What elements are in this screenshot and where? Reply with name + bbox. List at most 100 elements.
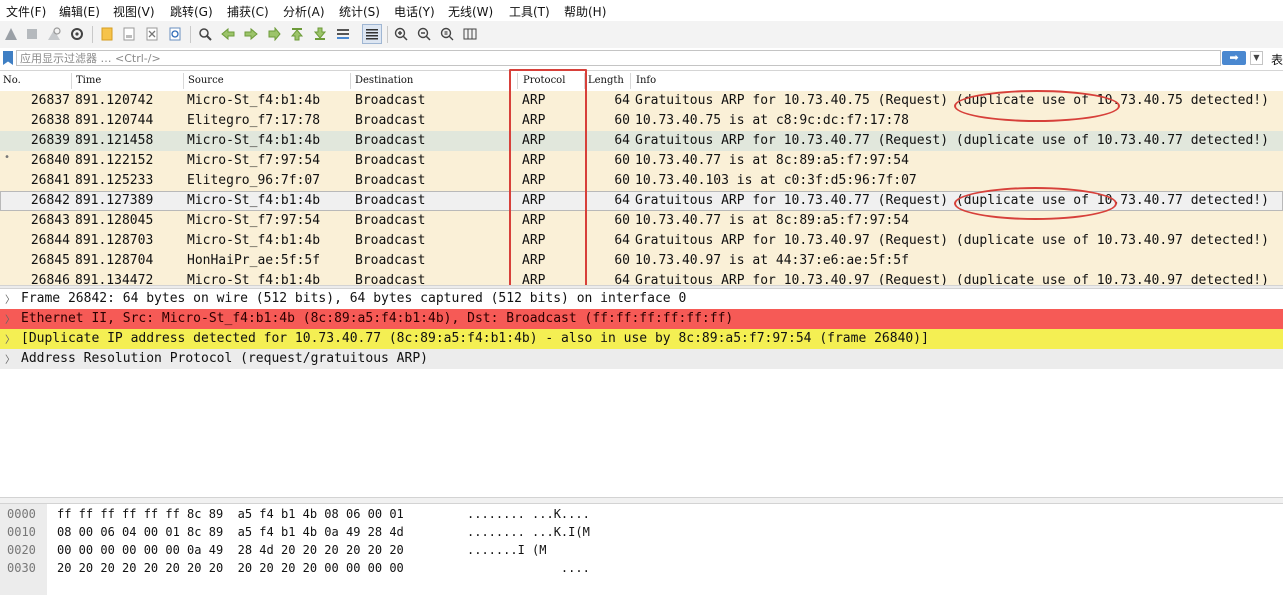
packet-row[interactable]: 26844 891.128703 Micro-St_f4:b1:4b Broadcas…: [0, 231, 1283, 251]
packet-row[interactable]: 26839 891.121458 Micro-St_f4:b1:4b Broadcas…: [0, 131, 1283, 151]
hex-bytes[interactable]: ff ff ff ff ff ff 8c 89 a5 f4 b1 4b 08 0…: [57, 507, 404, 521]
bytes-row: 0020 00 00 00 00 00 00 0a 49 28 4d 20 20 …: [0, 542, 1283, 560]
restart-capture-icon[interactable]: [44, 24, 64, 44]
column-divider[interactable]: [183, 73, 184, 89]
menu-telephony[interactable]: 电话(Y): [394, 3, 435, 20]
chevron-right-icon[interactable]: 〉: [5, 311, 15, 326]
column-divider[interactable]: [71, 73, 72, 89]
open-file-icon[interactable]: [97, 24, 117, 44]
capture-options-icon[interactable]: [67, 24, 87, 44]
hex-bytes[interactable]: 20 20 20 20 20 20 20 20 20 20 20 20 00 0…: [57, 561, 404, 575]
menu-help[interactable]: 帮助(H): [564, 3, 606, 20]
ascii-bytes[interactable]: ....: [467, 561, 590, 575]
cell-no: 26839: [30, 133, 70, 148]
menu-analyze[interactable]: 分析(A): [283, 3, 325, 20]
go-back-icon[interactable]: [218, 24, 238, 44]
go-first-icon[interactable]: [287, 24, 307, 44]
expression-button[interactable]: 表: [1271, 51, 1283, 68]
column-header-length[interactable]: Length: [588, 75, 624, 86]
cell-source: HonHaiPr_ae:5f:5f: [187, 253, 321, 268]
go-forward-icon[interactable]: [241, 24, 261, 44]
cell-time: 891.134472: [75, 273, 154, 285]
chevron-right-icon[interactable]: 〉: [5, 351, 15, 366]
menu-statistics[interactable]: 统计(S): [339, 3, 380, 20]
detail-tree-item[interactable]: 〉 Frame 26842: 64 bytes on wire (512 bits…: [0, 289, 1283, 309]
cell-info: 10.73.40.77 is at 8c:89:a5:f7:97:54: [635, 213, 909, 228]
save-file-icon[interactable]: [119, 24, 139, 44]
ascii-bytes[interactable]: .......I (M: [467, 543, 546, 557]
cell-destination: Broadcast: [355, 173, 426, 188]
detail-tree-item[interactable]: 〉 Ethernet II, Src: Micro-St_f4:b1:4b (8c…: [0, 309, 1283, 329]
cell-destination: Broadcast: [355, 273, 426, 285]
colorize-icon[interactable]: [362, 24, 382, 44]
cell-time: 891.127389: [75, 193, 154, 208]
zoom-in-icon[interactable]: [391, 24, 411, 44]
detail-tree-item[interactable]: 〉 Address Resolution Protocol (request/gr…: [0, 349, 1283, 369]
ascii-bytes[interactable]: ........ ...K.I(M: [467, 525, 590, 539]
packet-list-header: No. Time Source Destination Protocol Len…: [0, 71, 1283, 92]
cell-no: 26837: [30, 93, 70, 108]
menu-edit[interactable]: 编辑(E): [59, 3, 100, 20]
packet-row[interactable]: 26841 891.125233 Elitegro_96:7f:07 Broadcas…: [0, 171, 1283, 191]
autoscroll-icon[interactable]: [333, 24, 353, 44]
duplicate-warning-highlight: [954, 90, 1120, 122]
detail-tree-label: Ethernet II, Src: Micro-St_f4:b1:4b (8c:…: [21, 311, 734, 326]
go-last-icon[interactable]: [310, 24, 330, 44]
display-filter-input[interactable]: 应用显示过滤器 … <Ctrl-/>: [16, 50, 1221, 66]
menu-tools[interactable]: 工具(T): [509, 3, 550, 20]
cell-length: 64: [614, 233, 630, 248]
normal-size-icon[interactable]: [437, 24, 457, 44]
resize-columns-icon[interactable]: [460, 24, 480, 44]
stop-capture-icon[interactable]: [22, 24, 42, 44]
cell-length: 64: [614, 273, 630, 285]
close-file-icon[interactable]: [142, 24, 162, 44]
toolbar-separator: [92, 26, 93, 43]
chevron-down-icon[interactable]: ▼: [1250, 51, 1263, 65]
cell-no: 26846: [30, 273, 70, 285]
hex-bytes[interactable]: 08 00 06 04 00 01 8c 89 a5 f4 b1 4b 0a 4…: [57, 525, 404, 539]
bookmark-icon[interactable]: [3, 51, 13, 65]
menu-go[interactable]: 跳转(G): [170, 3, 213, 20]
cell-info: Gratuitous ARP for 10.73.40.97 (Request)…: [635, 233, 1269, 248]
go-to-packet-icon[interactable]: [264, 24, 284, 44]
column-divider[interactable]: [350, 73, 351, 89]
reload-file-icon[interactable]: [165, 24, 185, 44]
toolbar-separator: [387, 26, 388, 43]
cell-length: 60: [614, 153, 630, 168]
column-header-no[interactable]: No.: [3, 75, 21, 86]
column-header-destination[interactable]: Destination: [355, 75, 413, 86]
chevron-right-icon[interactable]: 〉: [5, 291, 15, 306]
column-header-time[interactable]: Time: [76, 75, 101, 86]
packet-row[interactable]: • 26840 891.122152 Micro-St_f7:97:54 Broadca…: [0, 151, 1283, 171]
packet-row[interactable]: 26845 891.128704 HonHaiPr_ae:5f:5f Broadcas…: [0, 251, 1283, 271]
cell-time: 891.128703: [75, 233, 154, 248]
byte-offset: 0020: [7, 543, 36, 557]
chevron-right-icon[interactable]: 〉: [5, 331, 15, 346]
column-divider[interactable]: [630, 73, 631, 89]
cell-length: 64: [614, 133, 630, 148]
hex-bytes[interactable]: 00 00 00 00 00 00 0a 49 28 4d 20 20 20 2…: [57, 543, 404, 557]
column-header-source[interactable]: Source: [188, 75, 224, 86]
column-header-info[interactable]: Info: [636, 75, 656, 86]
cell-no: 26838: [30, 113, 70, 128]
menu-wireless[interactable]: 无线(W): [448, 3, 493, 20]
menu-bar: 文件(F) 编辑(E) 视图(V) 跳转(G) 捕获(C) 分析(A) 统计(S…: [0, 0, 1283, 21]
zoom-out-icon[interactable]: [414, 24, 434, 44]
ascii-bytes[interactable]: ........ ...K....: [467, 507, 590, 521]
cell-length: 60: [614, 253, 630, 268]
main-toolbar: [0, 21, 1283, 49]
pane-splitter[interactable]: [0, 497, 1283, 504]
packet-row[interactable]: 26846 891.134472 Micro-St_f4:b1:4b Broadcas…: [0, 271, 1283, 285]
cell-time: 891.128704: [75, 253, 154, 268]
cell-destination: Broadcast: [355, 193, 426, 208]
find-packet-icon[interactable]: [195, 24, 215, 44]
arrow-right-icon[interactable]: ➡: [1222, 51, 1246, 65]
detail-tree-item[interactable]: 〉 [Duplicate IP address detected for 10.7…: [0, 329, 1283, 349]
cell-source: Micro-St_f4:b1:4b: [187, 193, 321, 208]
start-capture-icon[interactable]: [1, 24, 21, 44]
menu-file[interactable]: 文件(F): [6, 3, 46, 20]
cell-no: 26844: [30, 233, 70, 248]
menu-view[interactable]: 视图(V): [113, 3, 155, 20]
cell-time: 891.121458: [75, 133, 154, 148]
menu-capture[interactable]: 捕获(C): [227, 3, 269, 20]
